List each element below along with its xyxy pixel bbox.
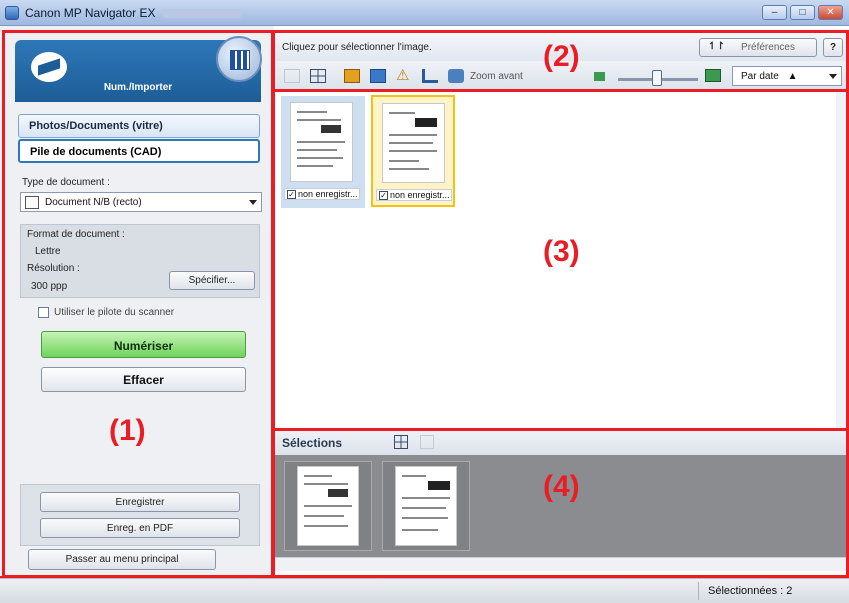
chevron-down-icon [249,200,257,205]
left-panel: Num./Importer Photos/Documents (vitre) P… [0,26,274,578]
resolution-value: 300 ppp [31,281,68,292]
rotate-left-icon[interactable] [344,69,360,83]
document-page-preview [290,102,353,182]
format-label: Format de document : [27,229,125,240]
mode-document-stack[interactable]: Pile de documents (CAD) [18,139,260,163]
sort-ascending-icon: ▲ [787,71,798,82]
selected-count: Sélectionnées : 2 [708,585,793,597]
doc-type-label: Type de document : [22,177,110,188]
specify-button[interactable]: Spécifier... [169,271,255,290]
thumbnail-checkbox[interactable]: ✓ [287,190,296,199]
mode-photos-documents[interactable]: Photos/Documents (vitre) [18,114,260,138]
preferences-label: Préférences [741,42,795,53]
zoom-in-icon[interactable] [448,69,464,83]
chevron-down-icon [829,74,837,79]
callout-label-4: (4) [543,470,580,503]
maximize-button[interactable]: □ [790,5,815,20]
selection-item[interactable] [284,461,372,551]
status-separator [698,582,699,600]
save-actions-box: Enregistrer Enreg. en PDF [20,484,260,546]
close-button[interactable]: ✕ [818,5,843,20]
window-title: Canon MP Navigator EX [25,6,156,20]
scanner-driver-label: Utiliser le pilote du scanner [54,307,175,318]
small-thumbnail-icon [594,72,605,81]
resolution-label: Résolution : [27,263,80,274]
thumbnail-item[interactable]: ✓ non enregistr... [281,96,365,208]
document-page-preview [382,103,445,183]
document-icon [25,196,39,209]
horizontal-scrollbar[interactable] [274,557,849,571]
thumbnail-checkbox[interactable]: ✓ [379,191,388,200]
title-bar: Canon MP Navigator EX – □ ✕ [0,0,849,26]
minimize-button[interactable]: – [762,5,787,20]
grid-view-icon[interactable] [310,69,326,83]
selections-title: Sélections [282,436,343,450]
navigation-menu-icon[interactable] [216,36,262,82]
app-icon [5,6,19,20]
document-page-preview [297,466,359,546]
selections-grid-icon[interactable] [394,435,408,449]
thumbnail-caption: ✓ non enregistr... [284,188,360,200]
callout-label-2: (2) [543,40,580,73]
format-value: Lettre [35,246,61,257]
main-menu-button[interactable]: Passer au menu principal [28,549,216,570]
large-thumbnail-icon [705,69,721,82]
callout-label-3: (3) [543,235,580,268]
callout-label-1: (1) [109,414,146,447]
toolbar-hint: Cliquez pour sélectionner l'image. [282,42,432,53]
title-redacted-text [163,9,241,18]
save-button[interactable]: Enregistrer [40,492,240,512]
sort-value: Par date [741,71,779,82]
vertical-scrollbar[interactable] [836,91,849,430]
status-bar: Sélectionnées : 2 [0,578,849,603]
rotate-right-icon[interactable] [370,69,386,83]
thumbnail-item-selected[interactable]: ✓ non enregistr... [371,95,455,207]
scan-settings-box: Format de document : Lettre Résolution :… [20,224,260,298]
selections-header: Sélections [274,430,849,455]
document-page-preview [395,466,457,546]
scanner-icon [31,52,67,82]
scan-button[interactable]: Numériser [41,331,246,358]
thumbnail-size-slider[interactable] [652,70,662,86]
banner-label: Num./Importer [103,82,173,93]
doc-type-select[interactable]: Document N/B (recto) [20,192,262,212]
save-pdf-button[interactable]: Enreg. en PDF [40,518,240,538]
single-view-icon[interactable] [284,69,300,83]
sort-select[interactable]: Par date ▲ [732,66,842,86]
selection-item[interactable] [382,461,470,551]
scanner-driver-checkbox[interactable] [38,307,49,318]
preferences-button[interactable]: ↿↾ Préférences [699,38,817,57]
zoom-label: Zoom avant [470,71,523,82]
doc-type-value: Document N/B (recto) [45,197,142,208]
clear-button[interactable]: Effacer [41,367,246,392]
crop-icon[interactable] [422,69,438,83]
preferences-icon: ↿↾ [708,41,725,52]
help-button[interactable]: ? [823,38,843,57]
warning-icon[interactable]: ⚠ [396,68,412,83]
selections-single-icon[interactable] [420,435,434,449]
thumbnail-caption: ✓ non enregistr... [376,189,452,201]
